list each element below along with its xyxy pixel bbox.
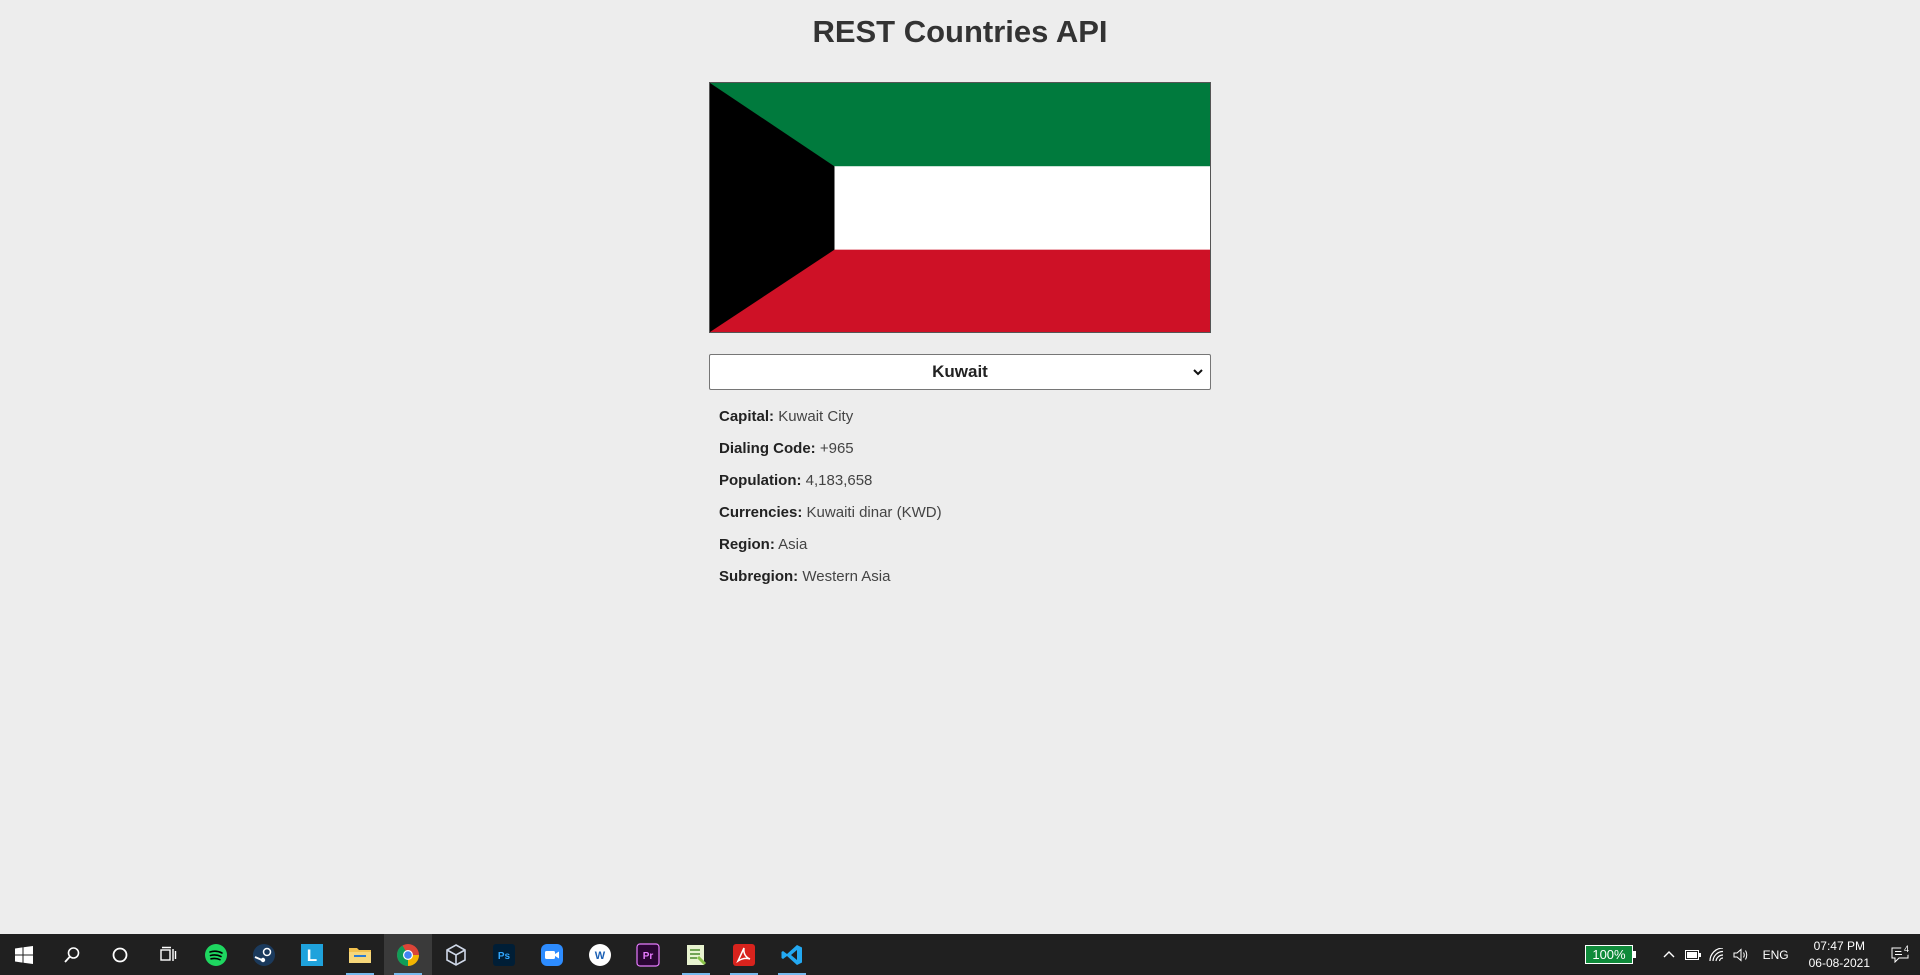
windows-start-icon[interactable] — [0, 934, 48, 975]
detail-currencies: Currencies: Kuwaiti dinar (KWD) — [719, 504, 942, 536]
w-app-icon[interactable]: W — [576, 934, 624, 975]
premiere-icon[interactable]: Pr — [624, 934, 672, 975]
cortana-icon[interactable] — [96, 934, 144, 975]
clock-time: 07:47 PM — [1813, 938, 1865, 953]
clock[interactable]: 07:47 PM 06-08-2021 — [1809, 938, 1870, 972]
detail-value: Asia — [778, 536, 808, 553]
detail-dialing-code: Dialing Code: +965 — [719, 440, 942, 472]
detail-population: Population: 4,183,658 — [719, 472, 942, 504]
system-tray: 100% ENG 07:47 PM 06-08-2021 4 — [1585, 934, 1920, 975]
spotify-icon[interactable] — [192, 934, 240, 975]
photoshop-icon[interactable]: Ps — [480, 934, 528, 975]
kuwait-flag-image — [710, 83, 1210, 332]
steam-icon[interactable] — [240, 934, 288, 975]
detail-label: Capital: — [719, 408, 775, 425]
detail-label: Population: — [719, 472, 802, 489]
windows-taskbar: L Ps W Pr 100% ENG 07:47 PM 06-08-2021 4 — [0, 934, 1920, 975]
detail-value: Kuwaiti dinar (KWD) — [806, 504, 942, 521]
svg-text:Ps: Ps — [498, 951, 511, 962]
detail-subregion: Subregion: Western Asia — [719, 568, 942, 600]
detail-label: Subregion: — [719, 568, 799, 585]
country-select-value: Kuwait — [932, 362, 988, 381]
wifi-icon[interactable] — [1705, 934, 1729, 975]
file-explorer-icon[interactable] — [336, 934, 384, 975]
country-select[interactable]: Kuwait — [709, 354, 1211, 390]
svg-text:Pr: Pr — [643, 951, 654, 962]
detail-value: Western Asia — [802, 568, 891, 585]
task-view-icon[interactable] — [144, 934, 192, 975]
clock-date: 06-08-2021 — [1808, 955, 1870, 970]
country-flag — [709, 82, 1211, 333]
notification-count: 4 — [1901, 943, 1912, 955]
detail-label: Currencies: — [719, 504, 803, 521]
battery-icon[interactable] — [1681, 934, 1705, 975]
notification-center-icon[interactable]: 4 — [1880, 943, 1920, 963]
detail-capital: Capital: Kuwait City — [719, 408, 942, 440]
l-app-icon[interactable]: L — [288, 934, 336, 975]
page-title: REST Countries API — [812, 14, 1108, 49]
acrobat-icon[interactable] — [720, 934, 768, 975]
detail-value: Kuwait City — [778, 408, 854, 425]
volume-icon[interactable] — [1729, 934, 1753, 975]
detail-label: Region: — [719, 536, 775, 553]
virtualbox-icon[interactable] — [432, 934, 480, 975]
detail-label: Dialing Code: — [719, 440, 816, 457]
language-indicator[interactable]: ENG — [1763, 948, 1789, 962]
chevron-up-icon[interactable] — [1657, 934, 1681, 975]
battery-indicator[interactable]: 100% — [1585, 945, 1636, 964]
app-page: REST Countries API Kuwait Capital: Kuwai… — [0, 0, 1920, 934]
zoom-icon[interactable] — [528, 934, 576, 975]
detail-value: 4,183,658 — [805, 472, 873, 489]
notepad-plus-icon[interactable] — [672, 934, 720, 975]
svg-text:L: L — [307, 946, 317, 965]
search-icon[interactable] — [48, 934, 96, 975]
chrome-icon[interactable] — [384, 934, 432, 975]
country-details: Capital: Kuwait City Dialing Code: +965 … — [719, 408, 942, 600]
detail-value: +965 — [819, 440, 854, 457]
svg-text:W: W — [595, 950, 606, 962]
detail-region: Region: Asia — [719, 536, 942, 568]
vscode-icon[interactable] — [768, 934, 816, 975]
chevron-down-icon — [1193, 369, 1203, 376]
